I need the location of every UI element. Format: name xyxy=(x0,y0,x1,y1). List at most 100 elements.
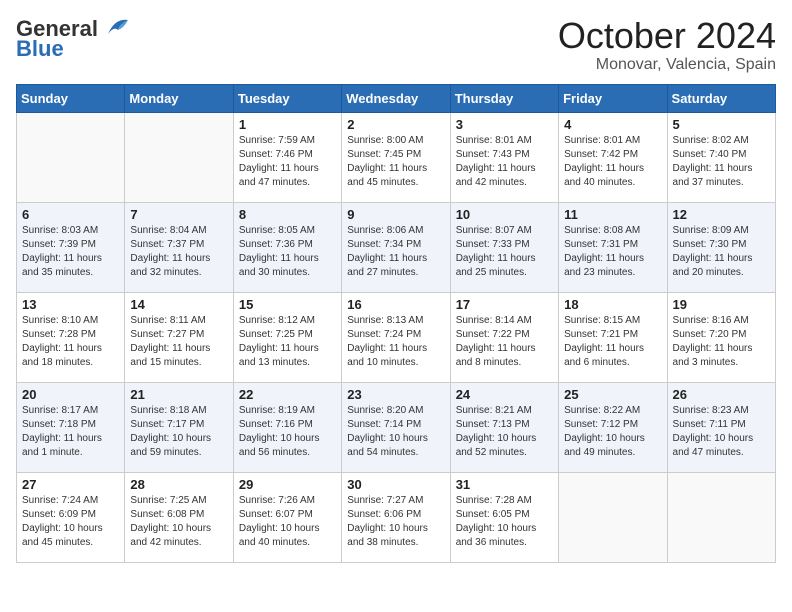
col-header-saturday: Saturday xyxy=(667,84,775,112)
day-cell-18: 18Sunrise: 8:15 AM Sunset: 7:21 PM Dayli… xyxy=(559,292,667,382)
days-header-row: SundayMondayTuesdayWednesdayThursdayFrid… xyxy=(17,84,776,112)
day-info: Sunrise: 8:03 AM Sunset: 7:39 PM Dayligh… xyxy=(22,224,119,280)
day-number: 16 xyxy=(347,297,444,312)
day-cell-23: 23 Sunrise: 8:20 AM Sunset: 7:14 PM Dayli… xyxy=(342,382,450,472)
day-info: Sunrise: 8:19 AM Sunset: 7:16 PM Dayligh… xyxy=(239,404,336,460)
day-number: 4 xyxy=(564,117,661,132)
week-row-5: 27Sunrise: 7:24 AM Sunset: 6:09 PM Dayli… xyxy=(17,472,776,562)
day-number: 15 xyxy=(239,297,336,312)
day-cell-14: 14Sunrise: 8:11 AM Sunset: 7:27 PM Dayli… xyxy=(125,292,233,382)
day-number: 23 xyxy=(347,387,444,402)
empty-cell xyxy=(559,472,667,562)
day-info: Sunrise: 8:20 AM Sunset: 7:14 PM Dayligh… xyxy=(347,404,444,460)
empty-cell xyxy=(17,112,125,202)
day-cell-6: 6 Sunrise: 8:03 AM Sunset: 7:39 PM Daylig… xyxy=(17,202,125,292)
calendar-table: SundayMondayTuesdayWednesdayThursdayFrid… xyxy=(16,84,776,563)
day-info: Sunrise: 8:10 AM Sunset: 7:28 PM Dayligh… xyxy=(22,314,119,370)
day-cell-11: 11 Sunrise: 8:08 AM Sunset: 7:31 PM Dayli… xyxy=(559,202,667,292)
day-info: Sunrise: 8:01 AM Sunset: 7:43 PM Dayligh… xyxy=(456,134,553,190)
week-row-3: 13 Sunrise: 8:10 AM Sunset: 7:28 PM Dayli… xyxy=(17,292,776,382)
logo-bird-icon xyxy=(100,16,130,38)
col-header-thursday: Thursday xyxy=(450,84,558,112)
day-number: 10 xyxy=(456,207,553,222)
day-cell-3: 3 Sunrise: 8:01 AM Sunset: 7:43 PM Daylig… xyxy=(450,112,558,202)
day-number: 1 xyxy=(239,117,336,132)
day-cell-16: 16 Sunrise: 8:13 AM Sunset: 7:24 PM Dayli… xyxy=(342,292,450,382)
day-number: 21 xyxy=(130,387,227,402)
logo: General Blue xyxy=(16,16,130,62)
day-cell-22: 22 Sunrise: 8:19 AM Sunset: 7:16 PM Dayli… xyxy=(233,382,341,472)
day-info: Sunrise: 8:06 AM Sunset: 7:34 PM Dayligh… xyxy=(347,224,444,280)
col-header-friday: Friday xyxy=(559,84,667,112)
day-info: Sunrise: 8:13 AM Sunset: 7:24 PM Dayligh… xyxy=(347,314,444,370)
day-info: Sunrise: 8:23 AM Sunset: 7:11 PM Dayligh… xyxy=(673,404,770,460)
day-info: Sunrise: 8:01 AM Sunset: 7:42 PM Dayligh… xyxy=(564,134,661,190)
day-cell-28: 28 Sunrise: 7:25 AM Sunset: 6:08 PM Dayli… xyxy=(125,472,233,562)
day-info: Sunrise: 8:00 AM Sunset: 7:45 PM Dayligh… xyxy=(347,134,444,190)
day-cell-29: 29Sunrise: 7:26 AM Sunset: 6:07 PM Dayli… xyxy=(233,472,341,562)
day-number: 22 xyxy=(239,387,336,402)
day-cell-31: 31 Sunrise: 7:28 AM Sunset: 6:05 PM Dayli… xyxy=(450,472,558,562)
day-info: Sunrise: 8:16 AM Sunset: 7:20 PM Dayligh… xyxy=(673,314,770,370)
logo-blue: Blue xyxy=(16,36,64,62)
day-cell-25: 25Sunrise: 8:22 AM Sunset: 7:12 PM Dayli… xyxy=(559,382,667,472)
day-number: 6 xyxy=(22,207,119,222)
month-title: October 2024 xyxy=(558,16,776,56)
day-info: Sunrise: 7:59 AM Sunset: 7:46 PM Dayligh… xyxy=(239,134,336,190)
day-info: Sunrise: 8:21 AM Sunset: 7:13 PM Dayligh… xyxy=(456,404,553,460)
col-header-sunday: Sunday xyxy=(17,84,125,112)
day-cell-8: 8Sunrise: 8:05 AM Sunset: 7:36 PM Daylig… xyxy=(233,202,341,292)
day-number: 28 xyxy=(130,477,227,492)
col-header-tuesday: Tuesday xyxy=(233,84,341,112)
day-number: 20 xyxy=(22,387,119,402)
day-info: Sunrise: 8:09 AM Sunset: 7:30 PM Dayligh… xyxy=(673,224,770,280)
day-cell-7: 7Sunrise: 8:04 AM Sunset: 7:37 PM Daylig… xyxy=(125,202,233,292)
day-info: Sunrise: 8:07 AM Sunset: 7:33 PM Dayligh… xyxy=(456,224,553,280)
day-info: Sunrise: 8:12 AM Sunset: 7:25 PM Dayligh… xyxy=(239,314,336,370)
day-number: 24 xyxy=(456,387,553,402)
day-info: Sunrise: 8:18 AM Sunset: 7:17 PM Dayligh… xyxy=(130,404,227,460)
day-cell-27: 27Sunrise: 7:24 AM Sunset: 6:09 PM Dayli… xyxy=(17,472,125,562)
day-number: 7 xyxy=(130,207,227,222)
day-cell-26: 26 Sunrise: 8:23 AM Sunset: 7:11 PM Dayli… xyxy=(667,382,775,472)
location: Monovar, Valencia, Spain xyxy=(558,56,776,74)
day-number: 13 xyxy=(22,297,119,312)
day-number: 31 xyxy=(456,477,553,492)
day-cell-9: 9Sunrise: 8:06 AM Sunset: 7:34 PM Daylig… xyxy=(342,202,450,292)
day-cell-4: 4 Sunrise: 8:01 AM Sunset: 7:42 PM Daylig… xyxy=(559,112,667,202)
day-number: 25 xyxy=(564,387,661,402)
day-cell-20: 20 Sunrise: 8:17 AM Sunset: 7:18 PM Dayli… xyxy=(17,382,125,472)
day-number: 3 xyxy=(456,117,553,132)
day-number: 17 xyxy=(456,297,553,312)
day-info: Sunrise: 7:25 AM Sunset: 6:08 PM Dayligh… xyxy=(130,494,227,550)
col-header-monday: Monday xyxy=(125,84,233,112)
day-cell-5: 5 Sunrise: 8:02 AM Sunset: 7:40 PM Daylig… xyxy=(667,112,775,202)
day-cell-17: 17Sunrise: 8:14 AM Sunset: 7:22 PM Dayli… xyxy=(450,292,558,382)
day-number: 11 xyxy=(564,207,661,222)
day-cell-21: 21 Sunrise: 8:18 AM Sunset: 7:17 PM Dayli… xyxy=(125,382,233,472)
col-header-wednesday: Wednesday xyxy=(342,84,450,112)
day-info: Sunrise: 7:27 AM Sunset: 6:06 PM Dayligh… xyxy=(347,494,444,550)
day-number: 19 xyxy=(673,297,770,312)
empty-cell xyxy=(667,472,775,562)
day-cell-30: 30 Sunrise: 7:27 AM Sunset: 6:06 PM Dayli… xyxy=(342,472,450,562)
day-info: Sunrise: 8:17 AM Sunset: 7:18 PM Dayligh… xyxy=(22,404,119,460)
day-number: 5 xyxy=(673,117,770,132)
day-number: 8 xyxy=(239,207,336,222)
day-cell-12: 12Sunrise: 8:09 AM Sunset: 7:30 PM Dayli… xyxy=(667,202,775,292)
day-number: 30 xyxy=(347,477,444,492)
day-number: 26 xyxy=(673,387,770,402)
day-info: Sunrise: 8:15 AM Sunset: 7:21 PM Dayligh… xyxy=(564,314,661,370)
empty-cell xyxy=(125,112,233,202)
week-row-1: 1 Sunrise: 7:59 AM Sunset: 7:46 PM Daylig… xyxy=(17,112,776,202)
day-number: 2 xyxy=(347,117,444,132)
week-row-2: 6 Sunrise: 8:03 AM Sunset: 7:39 PM Daylig… xyxy=(17,202,776,292)
day-cell-1: 1 Sunrise: 7:59 AM Sunset: 7:46 PM Daylig… xyxy=(233,112,341,202)
day-cell-19: 19 Sunrise: 8:16 AM Sunset: 7:20 PM Dayli… xyxy=(667,292,775,382)
page-header: General Blue October 2024 Monovar, Valen… xyxy=(16,16,776,74)
day-cell-24: 24 Sunrise: 8:21 AM Sunset: 7:13 PM Dayli… xyxy=(450,382,558,472)
day-info: Sunrise: 8:02 AM Sunset: 7:40 PM Dayligh… xyxy=(673,134,770,190)
day-info: Sunrise: 7:28 AM Sunset: 6:05 PM Dayligh… xyxy=(456,494,553,550)
day-cell-13: 13 Sunrise: 8:10 AM Sunset: 7:28 PM Dayli… xyxy=(17,292,125,382)
day-info: Sunrise: 8:08 AM Sunset: 7:31 PM Dayligh… xyxy=(564,224,661,280)
